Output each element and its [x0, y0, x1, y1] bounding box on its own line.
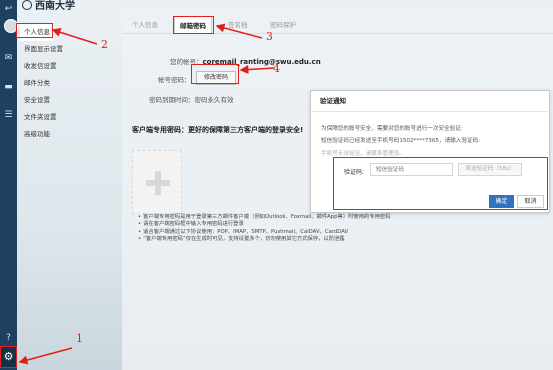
annotation-box-mail-password-tab: [173, 16, 214, 34]
annotation-number-3: 3: [266, 30, 273, 43]
brand-name: 西南大学: [35, 1, 75, 12]
contacts-icon[interactable]: ☰: [3, 110, 14, 121]
annotation-number-1: 1: [76, 332, 83, 345]
dialog-line-security: 为保障您的账号安全，需要对您的账号进行一次安全验证:: [321, 126, 463, 132]
dialog-title: 验证通知: [311, 91, 551, 112]
password-label: 帐号密码：: [158, 76, 191, 84]
expiry-row: 密码到期时间：密码永久有效: [149, 94, 234, 104]
note-item: 请在客户端密码框中输入专用密码进行登录: [138, 221, 538, 228]
arrow-1: [18, 347, 73, 365]
menu-item-mail-category[interactable]: 邮件分类: [20, 75, 110, 92]
tab-personal-info[interactable]: 个人信息: [132, 16, 158, 34]
mail-icon[interactable]: ✉: [3, 53, 14, 64]
tab-signature[interactable]: 签名档: [228, 16, 248, 34]
annotation-number-2: 2: [101, 38, 108, 51]
client-password-notes: 客户端专用密码是用于登录第三方邮件客户端（例如Outlook、Foxmail、邮…: [138, 214, 538, 244]
help-icon[interactable]: ?: [3, 333, 14, 344]
brand-logo: 西南大学: [22, 0, 75, 14]
seal-icon: [22, 0, 32, 10]
dialog-line-sms-sent: 短信验证码已经发送至手机号码1502****7365，请输入验证码:: [321, 138, 481, 144]
expiry-value: 密码永久有效: [194, 96, 234, 104]
app-rail: ↩ ✉ ▬ ☰ ? ⚙: [0, 0, 17, 370]
back-arrow-icon[interactable]: ↩: [3, 4, 14, 15]
expiry-label: 密码到期时间：: [149, 96, 195, 104]
menu-item-display[interactable]: 界面显示设置: [20, 41, 110, 58]
client-password-title: 客户端专用密码：更好的保障第三方客户端的登录安全!: [132, 126, 304, 134]
annotation-box-verification: [333, 157, 548, 210]
dialog-line-contact-admin: 手机号无法验证，请联系管理员。: [321, 151, 405, 157]
plus-icon: [146, 171, 170, 195]
menu-item-security[interactable]: 安全设置: [20, 92, 110, 109]
menu-item-advanced[interactable]: 高级功能: [20, 126, 110, 143]
add-client-password-button[interactable]: [132, 150, 182, 214]
annotation-box-gear: [0, 346, 17, 368]
settings-menu: 个人信息 界面显示设置 收发信设置 邮件分类 安全设置 文件夹设置 高级功能: [20, 24, 110, 143]
tab-password-protection[interactable]: 密码保护: [270, 16, 296, 34]
note-item: “客户端专用密码”仅在生成时可见，支持设置多个，切勿使用其它方式保存，以防泄露: [138, 236, 538, 243]
menu-item-folders[interactable]: 文件夹设置: [20, 109, 110, 126]
menu-item-send-receive[interactable]: 收发信设置: [20, 58, 110, 75]
annotation-box-change-password: [191, 64, 239, 84]
folder-icon[interactable]: ▬: [3, 82, 14, 93]
annotation-number-4: 4: [273, 62, 280, 75]
annotation-box-personal-info: [16, 23, 53, 38]
